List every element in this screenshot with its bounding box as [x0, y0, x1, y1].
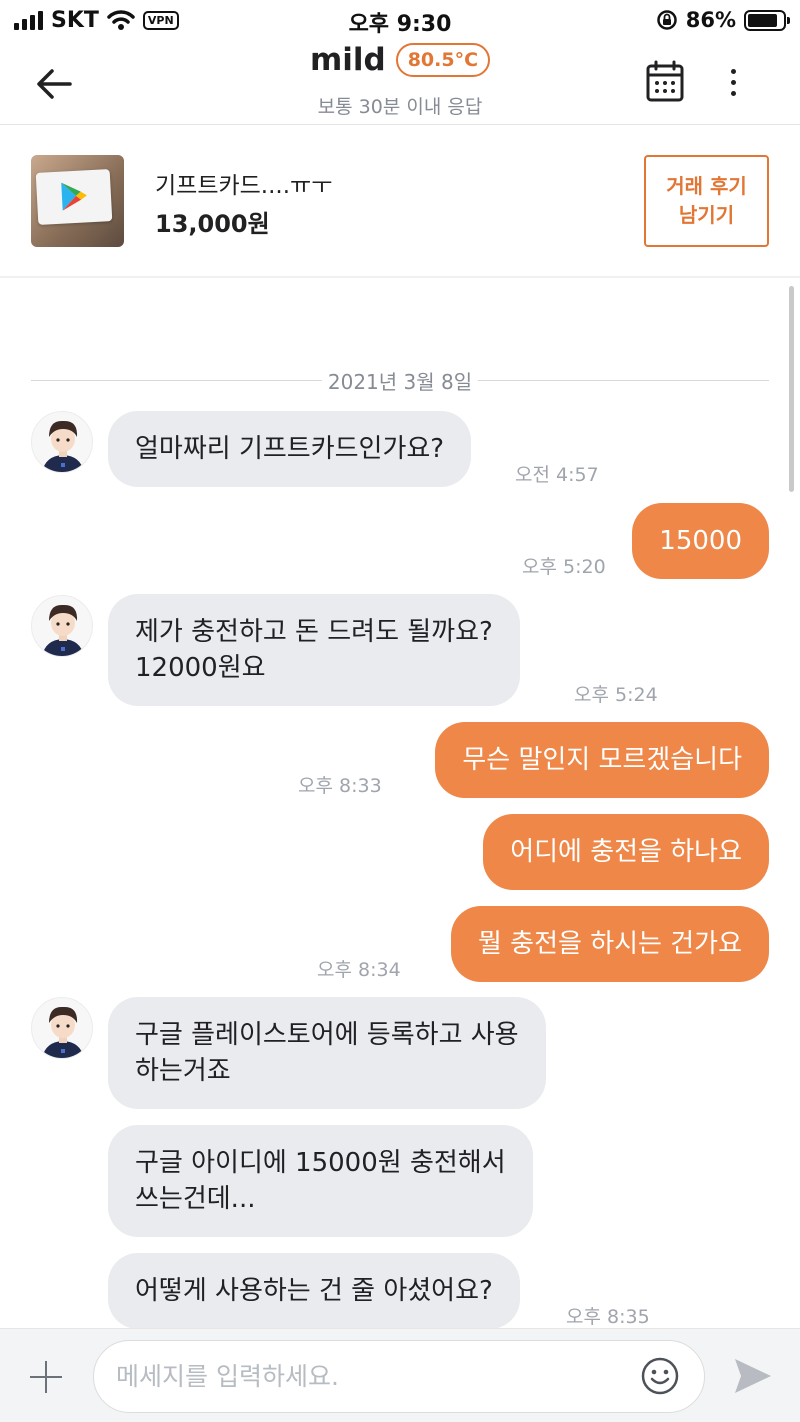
- incoming-message-bubble[interactable]: 어떻게 사용하는 건 줄 아셨어요?: [108, 1253, 520, 1328]
- partner-avatar[interactable]: [31, 411, 93, 473]
- product-thumbnail[interactable]: [31, 155, 124, 247]
- message-input-bar: [0, 1328, 800, 1422]
- person-avatar-icon: [42, 420, 84, 472]
- person-avatar-icon: [42, 1006, 84, 1058]
- leave-review-button[interactable]: 거래 후기 남기기: [644, 155, 769, 247]
- outgoing-message-bubble[interactable]: 어디에 충전을 하나요: [483, 814, 769, 890]
- person-avatar-icon: [42, 604, 84, 656]
- emoji-button[interactable]: [640, 1356, 680, 1396]
- chat-scrollbar[interactable]: [789, 286, 794, 492]
- partner-avatar[interactable]: [31, 997, 93, 1059]
- emoji-icon: [641, 1357, 679, 1395]
- message-time: 오후 8:35: [566, 1306, 650, 1328]
- status-bar-right: 86%: [656, 8, 790, 32]
- incoming-message-bubble[interactable]: 얼마짜리 기프트카드인가요?: [108, 411, 472, 487]
- incoming-message-bubble[interactable]: 제가 충전하고 돈 드려도 될까요? 12000원요: [108, 594, 520, 706]
- plus-icon[interactable]: [28, 1359, 64, 1395]
- status-bar: SKT VPN 오후 9:30 86%: [0, 0, 800, 40]
- outgoing-message-bubble[interactable]: 15000: [632, 503, 769, 579]
- product-info-bar: 기프트카드....ㅠㅜ 13,000원 거래 후기 남기기: [0, 126, 800, 278]
- partner-nickname[interactable]: mild: [310, 42, 386, 78]
- more-options-button[interactable]: [718, 62, 748, 102]
- gift-card-image: [35, 169, 113, 225]
- message-input[interactable]: [93, 1340, 705, 1413]
- rotation-lock-icon: [656, 10, 677, 30]
- review-button-line2: 남기기: [678, 203, 735, 227]
- message-time: 오전 4:57: [515, 464, 599, 486]
- chat-message-list[interactable]: 2021년 3월 8일 얼마짜리 기프트카드인가요? 오전 4:57 15000…: [0, 280, 800, 1328]
- partner-avatar[interactable]: [31, 595, 93, 657]
- battery-icon: [744, 9, 790, 31]
- incoming-message-bubble[interactable]: 구글 아이디에 15000원 충전해서 쓰는건데...: [108, 1125, 533, 1237]
- play-store-icon: [61, 182, 87, 211]
- date-divider: 2021년 3월 8일: [31, 366, 769, 396]
- send-button[interactable]: [733, 1357, 773, 1395]
- date-divider-text: 2021년 3월 8일: [321, 366, 479, 395]
- battery-percentage: 86%: [685, 8, 736, 32]
- calendar-icon: [646, 60, 684, 102]
- incoming-message-bubble[interactable]: 구글 플레이스토어에 등록하고 사용 하는거죠: [108, 997, 546, 1109]
- send-icon: [735, 1359, 771, 1393]
- outgoing-message-bubble[interactable]: 뭘 충전을 하시는 건가요: [451, 906, 769, 982]
- product-price: 13,000원: [155, 210, 270, 238]
- message-time: 오후 5:24: [574, 684, 658, 706]
- product-title[interactable]: 기프트카드....ㅠㅜ: [155, 166, 332, 200]
- message-time: 오후 5:20: [522, 556, 606, 578]
- message-time: 오후 8:33: [298, 775, 382, 797]
- outgoing-message-bubble[interactable]: 무슨 말인지 모르겠습니다: [435, 722, 769, 798]
- manner-temperature-badge: 80.5°C: [395, 43, 491, 77]
- calendar-button[interactable]: [645, 60, 685, 104]
- more-vertical-icon: [730, 68, 736, 74]
- battery-fill: [748, 13, 778, 27]
- review-button-line1: 거래 후기: [666, 174, 747, 198]
- chat-header: mild 80.5°C 보통 30분 이내 응답: [0, 40, 800, 125]
- message-time: 오후 8:34: [317, 959, 401, 981]
